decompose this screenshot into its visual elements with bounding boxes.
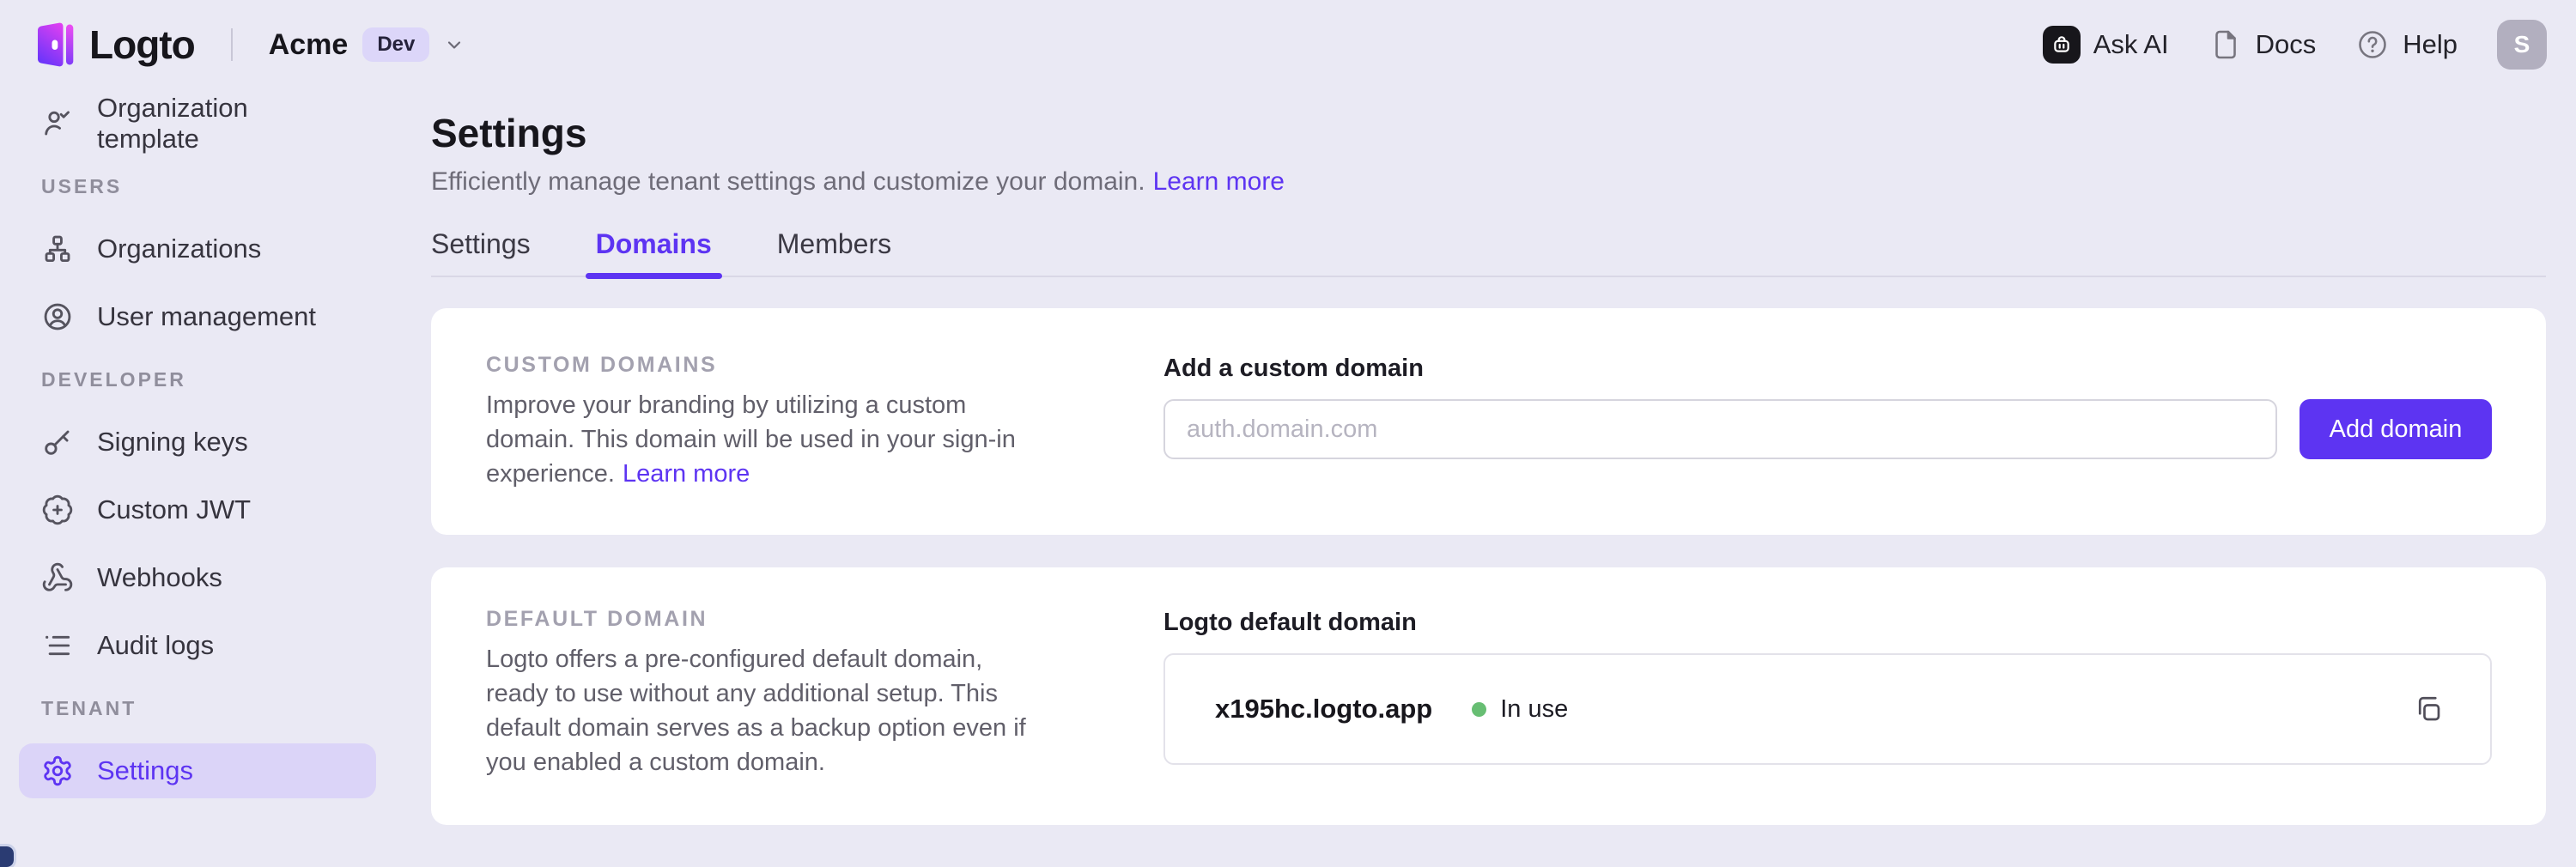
help-icon (2355, 27, 2390, 62)
copy-domain-button[interactable] (2408, 688, 2449, 730)
audit-logs-icon (41, 629, 74, 662)
sidebar: Organization template USERS Organization… (0, 86, 395, 858)
ask-ai-label: Ask AI (2093, 29, 2169, 60)
webhooks-icon (41, 561, 74, 594)
subtitle-learn-more-link[interactable]: Learn more (1153, 167, 1285, 196)
organizations-icon (41, 233, 74, 265)
settings-icon (41, 755, 74, 787)
copy-icon (2413, 694, 2444, 725)
help-label: Help (2403, 29, 2458, 60)
custom-domains-card: CUSTOM DOMAINS Improve your branding by … (431, 308, 2546, 535)
chevron-down-icon (444, 34, 465, 55)
user-avatar[interactable]: S (2497, 20, 2547, 70)
sidebar-section-users: USERS (19, 173, 376, 199)
topbar-actions: Ask AI Docs Help S (2043, 20, 2547, 70)
logto-default-domain-label: Logto default domain (1163, 607, 2492, 638)
sidebar-item-label: Webhooks (97, 562, 222, 593)
sidebar-item-label: Custom JWT (97, 494, 251, 525)
custom-domain-input[interactable] (1163, 399, 2277, 459)
default-domain-card: DEFAULT DOMAIN Logto offers a pre-config… (431, 567, 2546, 825)
brand-name: Logto (89, 21, 195, 68)
main-content: Settings Efficiently manage tenant setti… (395, 86, 2576, 858)
add-custom-domain-row: Add domain (1163, 399, 2492, 459)
tab-bar: Settings Domains Members (431, 228, 2546, 277)
sidebar-item-label: Settings (97, 755, 193, 786)
help-button[interactable]: Help (2355, 27, 2458, 62)
custom-domains-info: CUSTOM DOMAINS Improve your branding by … (486, 353, 1087, 516)
sidebar-item-organizations[interactable]: Organizations (19, 221, 376, 276)
tenant-env-badge: Dev (362, 27, 429, 62)
docs-icon (2208, 27, 2243, 62)
default-domain-value: x195hc.logto.app (1215, 694, 1432, 725)
sidebar-item-label: Organization template (97, 93, 354, 155)
page-subtitle-text: Efficiently manage tenant settings and c… (431, 167, 1145, 196)
logto-logo-icon (34, 21, 74, 68)
ask-ai-icon (2043, 26, 2081, 64)
default-domain-row: x195hc.logto.app In use (1163, 653, 2492, 765)
signing-keys-icon (41, 426, 74, 458)
tenant-selector[interactable]: Acme Dev (269, 27, 465, 62)
tenant-name: Acme (269, 28, 349, 62)
add-custom-domain-label: Add a custom domain (1163, 353, 2492, 384)
custom-jwt-icon (41, 494, 74, 526)
custom-domains-section-label: CUSTOM DOMAINS (486, 353, 1087, 378)
corner-widget-peek (0, 846, 14, 867)
sidebar-section-developer: DEVELOPER (19, 367, 376, 392)
tab-members[interactable]: Members (777, 228, 891, 276)
docs-button[interactable]: Docs (2208, 27, 2317, 62)
sidebar-section-tenant: TENANT (19, 695, 376, 721)
topbar-divider (231, 28, 233, 61)
sidebar-item-organization-template[interactable]: Organization template (19, 96, 376, 151)
custom-domains-learn-more-link[interactable]: Learn more (623, 460, 750, 488)
default-domain-section-label: DEFAULT DOMAIN (486, 607, 1087, 632)
domain-status: In use (1472, 695, 1568, 724)
sidebar-item-label: Audit logs (97, 630, 214, 661)
sidebar-item-label: Signing keys (97, 427, 248, 458)
logto-home-link[interactable]: Logto (34, 21, 195, 68)
tab-domains[interactable]: Domains (596, 228, 712, 276)
status-dot-icon (1472, 702, 1486, 717)
sidebar-item-label: User management (97, 301, 316, 332)
add-domain-button[interactable]: Add domain (2300, 399, 2492, 459)
sidebar-item-audit-logs[interactable]: Audit logs (19, 618, 376, 673)
organization-template-icon (41, 107, 74, 140)
sidebar-item-signing-keys[interactable]: Signing keys (19, 415, 376, 470)
sidebar-item-webhooks[interactable]: Webhooks (19, 550, 376, 605)
docs-label: Docs (2256, 29, 2317, 60)
user-management-icon (41, 300, 74, 333)
default-domain-info: DEFAULT DOMAIN Logto offers a pre-config… (486, 607, 1087, 804)
page-title: Settings (431, 110, 2546, 156)
sidebar-item-user-management[interactable]: User management (19, 289, 376, 344)
sidebar-item-custom-jwt[interactable]: Custom JWT (19, 482, 376, 537)
default-domain-description: Logto offers a pre-configured default do… (486, 642, 1046, 779)
tab-settings[interactable]: Settings (431, 228, 531, 276)
sidebar-item-label: Organizations (97, 233, 261, 264)
ask-ai-button[interactable]: Ask AI (2043, 26, 2169, 64)
page-subtitle: Efficiently manage tenant settings and c… (431, 167, 2546, 197)
status-label: In use (1500, 695, 1568, 724)
sidebar-item-settings[interactable]: Settings (19, 743, 376, 798)
topbar: Logto Acme Dev Ask AI (0, 0, 2576, 89)
custom-domains-form: Add a custom domain Add domain (1087, 353, 2492, 459)
custom-domains-description: Improve your branding by utilizing a cus… (486, 388, 1046, 491)
default-domain-panel: Logto default domain x195hc.logto.app In… (1087, 607, 2492, 765)
